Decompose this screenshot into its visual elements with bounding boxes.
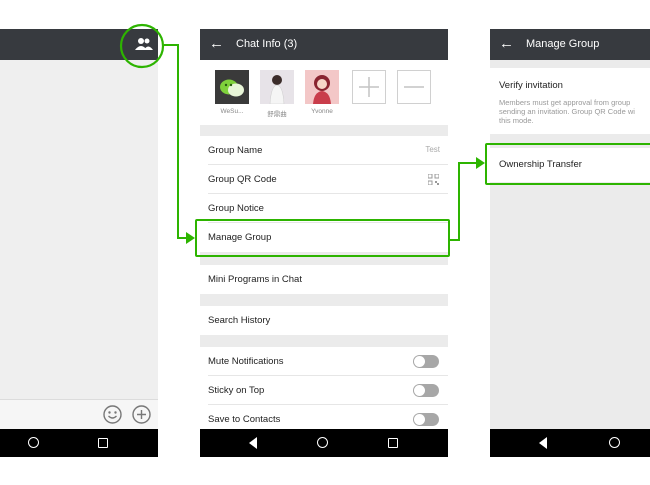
members-section: WeSu... 舒鼎曲 Yvonne xyxy=(200,60,448,125)
group-name-row[interactable]: Group Name Test xyxy=(200,136,448,165)
row-label: Group QR Code xyxy=(208,174,277,185)
add-member-button[interactable] xyxy=(352,70,386,104)
page-title: Chat Info (3) xyxy=(236,38,298,50)
arrow-line xyxy=(458,162,478,164)
chat-screen xyxy=(0,29,158,457)
row-label: Group Notice xyxy=(208,203,264,214)
back-arrow-icon[interactable]: ← xyxy=(209,35,224,53)
manage-group-highlight xyxy=(195,219,450,257)
avatar[interactable] xyxy=(260,70,294,105)
avatar[interactable] xyxy=(305,70,339,104)
sticky-on-top-row: Sticky on Top xyxy=(200,376,448,405)
recents-icon[interactable] xyxy=(388,438,398,448)
row-label: Group Name xyxy=(208,145,263,156)
search-history-section: Search History xyxy=(200,306,448,335)
description-line: sending an invitation. Group QR Code wi xyxy=(499,107,635,116)
mini-programs-section: Mini Programs in Chat xyxy=(200,265,448,294)
row-label: Search History xyxy=(208,315,271,326)
manage-group-topbar: ← Manage Group xyxy=(490,29,650,60)
row-label: Mute Notifications xyxy=(208,356,284,367)
back-icon[interactable] xyxy=(539,437,547,449)
toggles-section: Mute Notifications Sticky on Top Save to… xyxy=(200,347,448,429)
home-icon[interactable] xyxy=(28,437,39,448)
nav-bar xyxy=(490,429,650,457)
plus-icon[interactable] xyxy=(132,405,151,424)
home-icon[interactable] xyxy=(609,437,620,448)
sticky-on-top-toggle[interactable] xyxy=(413,384,439,397)
row-label: Sticky on Top xyxy=(208,385,265,396)
arrow-head-icon xyxy=(186,232,195,244)
verify-invitation-title: Verify invitation xyxy=(499,80,563,91)
recents-icon[interactable] xyxy=(98,438,108,448)
back-arrow-icon[interactable]: ← xyxy=(499,35,514,53)
arrow-line xyxy=(458,162,460,241)
manage-group-screen: ← Manage Group Verify invitation Members… xyxy=(490,29,650,457)
save-to-contacts-toggle[interactable] xyxy=(413,413,439,426)
member-name: 舒鼎曲 xyxy=(267,111,287,118)
qr-code-icon xyxy=(428,174,439,185)
wechat-logo-icon xyxy=(220,79,244,97)
nav-bar xyxy=(0,429,158,457)
arrow-line xyxy=(177,44,179,239)
search-history-row[interactable]: Search History xyxy=(200,306,448,335)
verify-section: Verify invitation Members must get appro… xyxy=(490,68,650,134)
avatar[interactable] xyxy=(215,70,249,104)
nav-bar xyxy=(200,429,448,457)
row-label: Mini Programs in Chat xyxy=(208,274,302,285)
mini-programs-row[interactable]: Mini Programs in Chat xyxy=(200,265,448,294)
back-icon[interactable] xyxy=(249,437,257,449)
arrow-head-icon xyxy=(476,157,485,169)
member-name: Yvonne xyxy=(311,108,333,115)
ownership-transfer-highlight xyxy=(485,143,650,185)
message-input-bar xyxy=(0,399,158,430)
description-line: this mode. xyxy=(499,116,534,125)
group-qr-code-row[interactable]: Group QR Code xyxy=(200,165,448,194)
page-title: Manage Group xyxy=(526,38,600,50)
group-name-value: Test xyxy=(425,145,440,154)
description-line: Members must get approval from group xyxy=(499,98,631,107)
minus-icon xyxy=(404,86,424,88)
mute-notifications-row: Mute Notifications xyxy=(200,347,448,376)
chat-info-topbar: ← Chat Info (3) xyxy=(200,29,448,60)
person-photo-icon xyxy=(269,75,285,105)
highlight-circle xyxy=(119,23,165,69)
member-name: WeSu... xyxy=(220,108,244,115)
emoji-icon[interactable] xyxy=(103,405,122,424)
verify-invitation-description: Members must get approval from group sen… xyxy=(499,98,635,125)
home-icon[interactable] xyxy=(317,437,328,448)
plus-icon xyxy=(359,77,379,97)
person-photo-icon xyxy=(313,75,331,104)
remove-member-button[interactable] xyxy=(397,70,431,104)
row-label: Save to Contacts xyxy=(208,414,281,425)
mute-notifications-toggle[interactable] xyxy=(413,355,439,368)
